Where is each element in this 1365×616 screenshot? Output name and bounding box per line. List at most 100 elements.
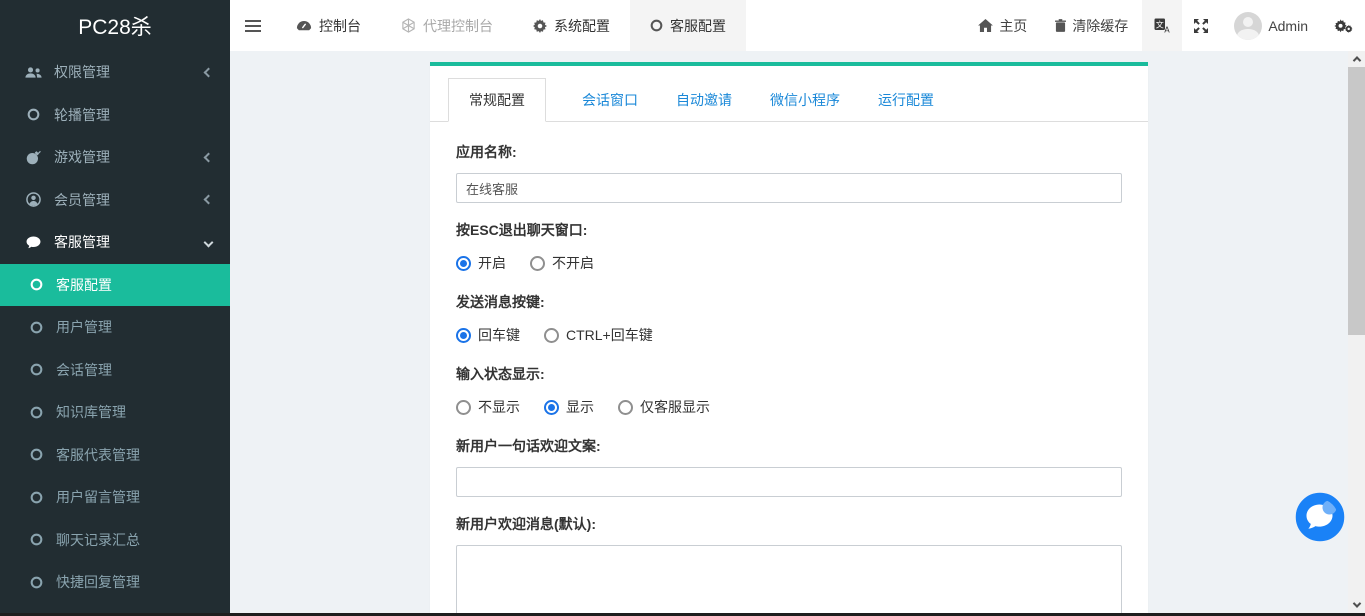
sidebar-item-quick-replies[interactable]: 快捷回复管理	[0, 561, 230, 604]
typing-status-label: 输入状态显示:	[456, 364, 1122, 384]
topbar-tab-dashboard[interactable]: 控制台	[276, 0, 381, 51]
sidebar-item-cs-config[interactable]: 客服配置	[0, 264, 230, 307]
sidebar-item-knowledge-base[interactable]: 知识库管理	[0, 391, 230, 434]
welcome-default-label: 新用户欢迎消息(默认):	[456, 514, 1122, 534]
sidebar-item-cs-reps[interactable]: 客服代表管理	[0, 434, 230, 477]
radio-label: 不显示	[478, 397, 520, 417]
topbar: 控制台 代理控制台 系统配置 客服配置 主页	[230, 0, 1365, 51]
sidebar-item-label: 用户管理	[56, 317, 112, 337]
radio-icon	[456, 400, 471, 415]
tab-general-config[interactable]: 常规配置	[448, 78, 546, 122]
sidebar-item-label: 会话管理	[56, 360, 112, 380]
tab-auto-invite[interactable]: 自动邀请	[674, 79, 734, 121]
home-label: 主页	[999, 16, 1027, 36]
sidebar-item-label: 客服管理	[54, 232, 110, 252]
topbar-tab-label: 控制台	[319, 16, 361, 36]
radio-icon	[618, 400, 633, 415]
chevron-left-icon	[204, 195, 214, 205]
topbar-tab-label: 系统配置	[554, 16, 610, 36]
sidebar-item-permissions[interactable]: 权限管理	[0, 51, 230, 94]
sidebar-item-members[interactable]: 会员管理	[0, 179, 230, 222]
language-switch-button[interactable]: 文A	[1142, 0, 1182, 51]
settings-button[interactable]	[1322, 0, 1365, 51]
one-line-welcome-group: 新用户一句话欢迎文案:	[456, 436, 1122, 497]
chevron-down-icon	[204, 237, 214, 247]
radio-icon	[530, 256, 545, 271]
chat-bubble-icon	[1294, 491, 1346, 543]
svg-text:文: 文	[1156, 19, 1164, 29]
svg-text:A: A	[1165, 26, 1171, 34]
sidebar-item-label: 会员管理	[54, 190, 110, 210]
user-menu[interactable]: Admin	[1220, 0, 1322, 51]
clear-cache-button[interactable]: 清除缓存	[1041, 0, 1142, 51]
gear-icon	[533, 19, 547, 33]
chevron-left-icon	[204, 67, 214, 77]
radio-icon	[456, 328, 471, 343]
fullscreen-button[interactable]	[1182, 0, 1220, 51]
circle-o-icon	[26, 491, 46, 504]
circle-o-icon	[26, 533, 46, 546]
clear-cache-label: 清除缓存	[1072, 16, 1128, 36]
sidebar-item-user-messages[interactable]: 用户留言管理	[0, 476, 230, 519]
send-key-label: 发送消息按键:	[456, 292, 1122, 312]
topbar-tab-cs-config[interactable]: 客服配置	[630, 0, 746, 51]
sidebar-item-chat-records[interactable]: 聊天记录汇总	[0, 519, 230, 562]
dashboard-icon	[296, 20, 312, 31]
radio-typing-show[interactable]: 显示	[544, 397, 594, 417]
sidebar-item-customer-service[interactable]: 客服管理	[0, 221, 230, 264]
app-name-input[interactable]	[456, 173, 1122, 203]
radio-icon	[456, 256, 471, 271]
radio-typing-hide[interactable]: 不显示	[456, 397, 520, 417]
radio-label: 仅客服显示	[640, 397, 710, 417]
sidebar-item-games[interactable]: 游戏管理	[0, 136, 230, 179]
app-name-group: 应用名称:	[456, 142, 1122, 203]
topbar-tab-system-config[interactable]: 系统配置	[513, 0, 630, 51]
radio-typing-cs-only[interactable]: 仅客服显示	[618, 397, 710, 417]
circle-o-icon	[26, 576, 46, 589]
codepen-icon	[401, 18, 416, 33]
one-line-welcome-input[interactable]	[456, 467, 1122, 497]
one-line-welcome-label: 新用户一句话欢迎文案:	[456, 436, 1122, 456]
fullscreen-icon	[1194, 19, 1208, 33]
chat-widget-button[interactable]	[1294, 491, 1346, 543]
tab-chat-window[interactable]: 会话窗口	[580, 79, 640, 121]
home-button[interactable]: 主页	[964, 0, 1041, 51]
welcome-message-textarea[interactable]	[456, 545, 1122, 613]
topbar-tab-agent-console[interactable]: 代理控制台	[381, 0, 513, 51]
radio-label: 开启	[478, 253, 506, 273]
tab-wechat-miniprogram[interactable]: 微信小程序	[768, 79, 842, 121]
translate-icon: 文A	[1154, 18, 1170, 33]
radio-ctrl-enter-key[interactable]: CTRL+回车键	[544, 325, 653, 345]
sidebar-item-label: 轮播管理	[54, 105, 110, 125]
radio-label: CTRL+回车键	[566, 325, 653, 345]
sidebar-item-user-mgmt[interactable]: 用户管理	[0, 306, 230, 349]
sidebar-item-session-mgmt[interactable]: 会话管理	[0, 349, 230, 392]
bomb-icon	[22, 150, 44, 165]
scroll-down-arrow-icon[interactable]	[1348, 597, 1365, 613]
home-icon	[978, 19, 993, 32]
sidebar-item-carousel[interactable]: 轮播管理	[0, 94, 230, 137]
circle-o-icon	[650, 19, 663, 32]
hamburger-icon[interactable]	[230, 0, 276, 51]
tab-runtime-config[interactable]: 运行配置	[876, 79, 936, 121]
circle-o-icon	[26, 363, 46, 376]
topbar-right: 主页 清除缓存 文A Admin	[964, 0, 1365, 51]
username: Admin	[1268, 18, 1308, 34]
vertical-scrollbar[interactable]	[1348, 51, 1365, 613]
radio-esc-on[interactable]: 开启	[456, 253, 506, 273]
circle-o-icon	[26, 278, 46, 291]
settings-card: 常规配置 会话窗口 自动邀请 微信小程序 运行配置 应用名称: 按ESC退出聊天…	[430, 62, 1148, 613]
circle-o-icon	[26, 406, 46, 419]
avatar	[1234, 12, 1262, 40]
scroll-up-arrow-icon[interactable]	[1348, 51, 1365, 67]
radio-label: 不开启	[552, 253, 594, 273]
radio-esc-off[interactable]: 不开启	[530, 253, 594, 273]
sidebar-item-label: 知识库管理	[56, 402, 126, 422]
general-config-form: 应用名称: 按ESC退出聊天窗口: 开启 不开启	[430, 122, 1148, 613]
radio-enter-key[interactable]: 回车键	[456, 325, 520, 345]
sidebar-item-label: 快捷回复管理	[56, 572, 140, 592]
topbar-tab-label: 代理控制台	[423, 16, 493, 36]
scrollbar-thumb[interactable]	[1348, 67, 1365, 335]
esc-exit-label: 按ESC退出聊天窗口:	[456, 220, 1122, 240]
radio-icon	[544, 400, 559, 415]
